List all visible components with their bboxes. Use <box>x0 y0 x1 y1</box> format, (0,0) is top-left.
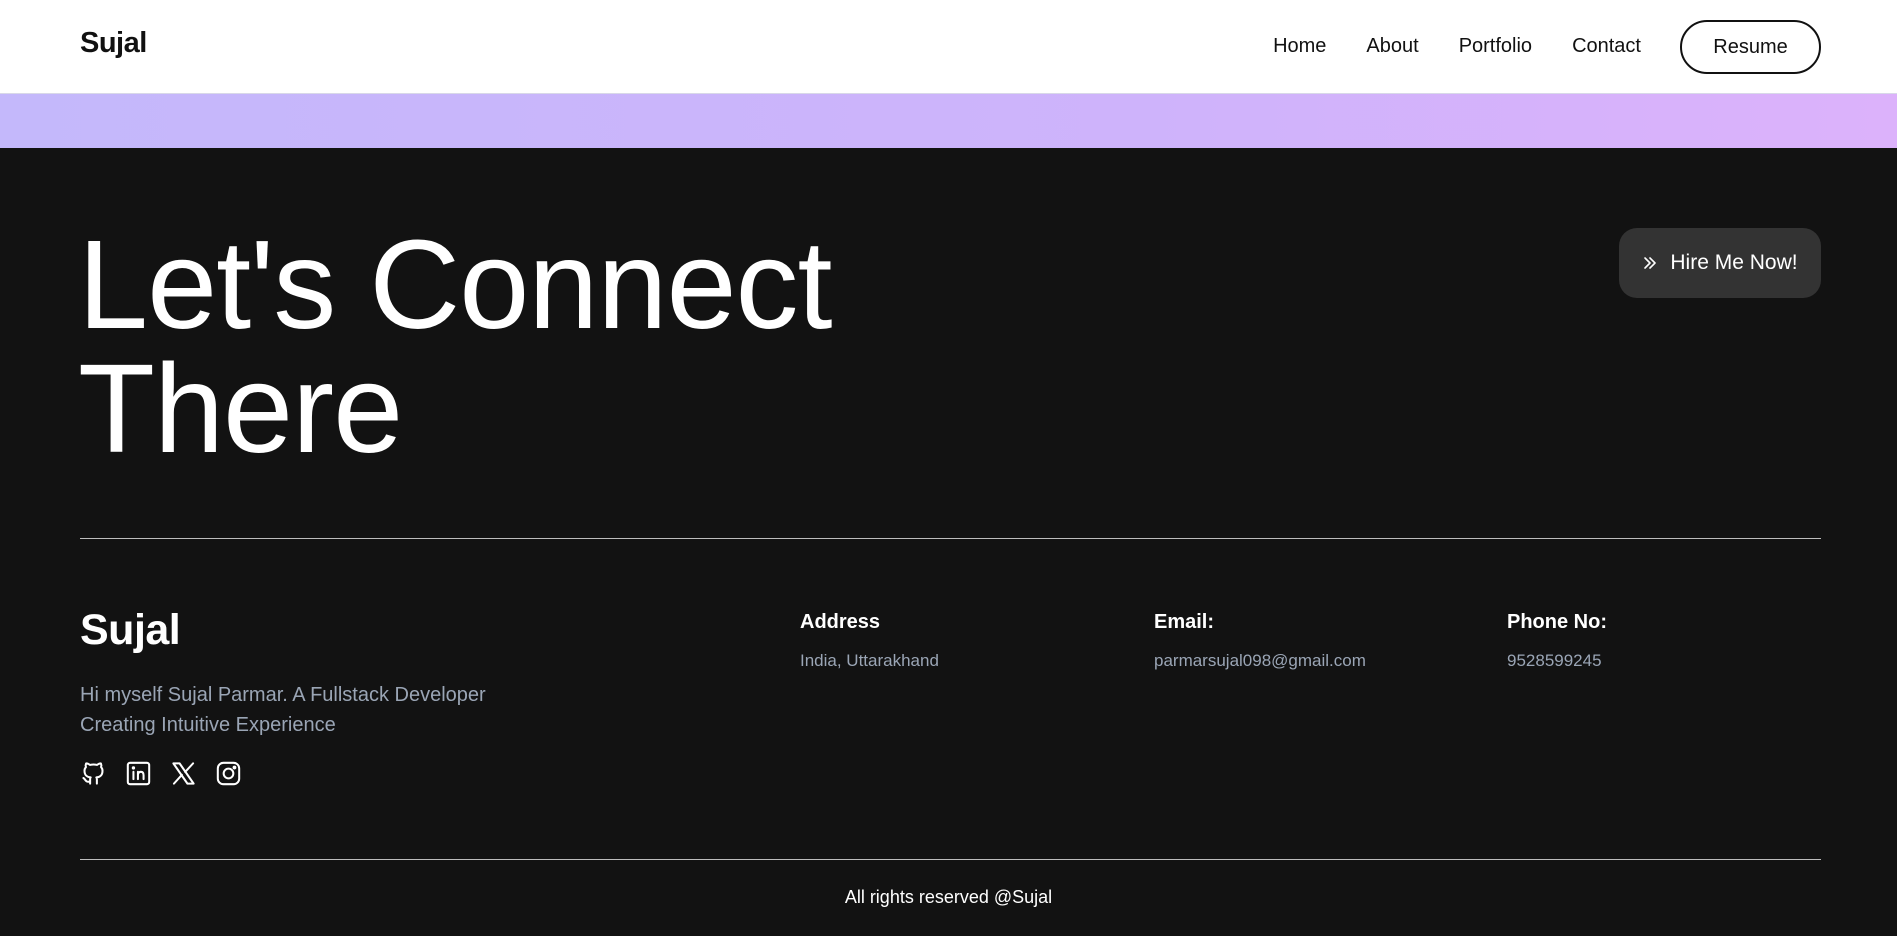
brand-logo[interactable]: Sujal <box>80 27 147 60</box>
hero-title-line-2: There <box>78 338 403 479</box>
footer-brand: Sujal <box>80 606 181 654</box>
address-block: Address India, Uttarakhand <box>800 611 939 671</box>
divider <box>80 538 1821 539</box>
contact-footer: Let's Connect There Hire Me Now! Sujal H… <box>0 148 1897 936</box>
github-icon[interactable] <box>80 760 107 787</box>
gradient-band <box>0 94 1897 148</box>
email-block: Email: parmarsujal098@gmail.com <box>1154 611 1366 671</box>
social-links <box>80 760 242 787</box>
nav-links: Home About Portfolio Contact <box>1273 35 1641 58</box>
footer-description-line-1: Hi myself Sujal Parmar. A Fullstack Deve… <box>80 684 486 706</box>
hero-title: Let's Connect There <box>78 214 833 479</box>
divider <box>80 859 1821 860</box>
footer-description-line-2: Creating Intuitive Experience <box>80 714 336 736</box>
double-chevron-right-icon <box>1642 255 1658 271</box>
navbar: Sujal Home About Portfolio Contact Resum… <box>0 0 1897 94</box>
copyright-text: All rights reserved @Sujal <box>844 887 1053 907</box>
nav-link-home[interactable]: Home <box>1273 35 1326 58</box>
linkedin-icon[interactable] <box>125 760 152 787</box>
footer-description: Hi myself Sujal Parmar. A Fullstack Deve… <box>80 680 550 740</box>
x-icon[interactable] <box>170 760 197 787</box>
phone-value[interactable]: 9528599245 <box>1507 651 1607 671</box>
instagram-icon[interactable] <box>215 760 242 787</box>
nav-link-contact[interactable]: Contact <box>1572 35 1641 58</box>
hero-title-line-1: Let's Connect <box>78 214 833 355</box>
phone-label: Phone No: <box>1507 611 1607 633</box>
address-value: India, Uttarakhand <box>800 651 939 670</box>
nav-link-about[interactable]: About <box>1366 35 1418 58</box>
hire-me-label: Hire Me Now! <box>1670 251 1798 274</box>
email-label: Email: <box>1154 611 1215 633</box>
hire-me-button[interactable]: Hire Me Now! <box>1619 228 1821 298</box>
address-label: Address <box>800 611 881 633</box>
email-value[interactable]: parmarsujal098@gmail.com <box>1154 651 1366 671</box>
phone-block: Phone No: 9528599245 <box>1507 611 1607 671</box>
resume-button[interactable]: Resume <box>1680 20 1821 74</box>
nav-link-portfolio[interactable]: Portfolio <box>1459 35 1532 58</box>
